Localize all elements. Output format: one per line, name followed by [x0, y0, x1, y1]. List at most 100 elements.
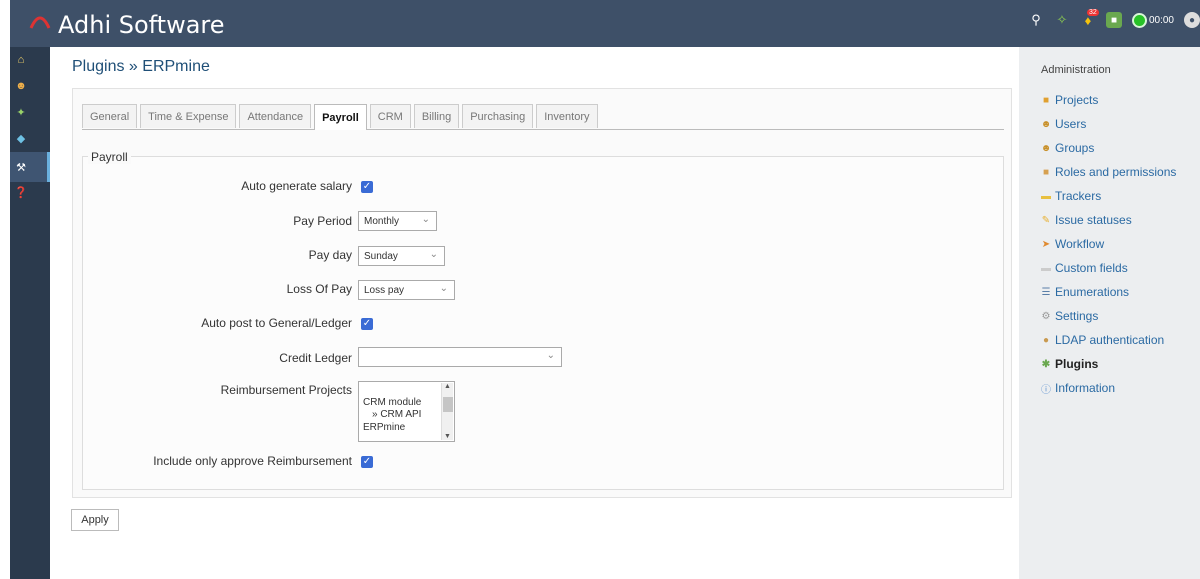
- tab-attendance[interactable]: Attendance: [239, 104, 312, 128]
- admin-item-label: Users: [1055, 117, 1087, 131]
- payroll-section-title: Payroll: [88, 150, 131, 164]
- app-title[interactable]: Adhi Software: [58, 11, 225, 39]
- admin-item-label: Settings: [1055, 309, 1099, 323]
- tab-general[interactable]: General: [82, 104, 138, 128]
- credit-ledger-label: Credit Ledger: [279, 351, 352, 365]
- users-icon: ☻: [1040, 118, 1052, 130]
- settings-icon: ⚙: [1041, 310, 1051, 322]
- admin-item-workflow[interactable]: ➤ Workflow: [1040, 235, 1104, 253]
- chevron-down-icon: ⌄: [546, 350, 555, 361]
- list-item[interactable]: CRM module: [363, 397, 421, 408]
- tab-purchasing[interactable]: Purchasing: [462, 104, 534, 128]
- timer-text: 00:00: [1148, 14, 1174, 26]
- custom-fields-icon: ▬: [1041, 262, 1051, 274]
- admin-item-label: Issue statuses: [1055, 213, 1132, 227]
- auto-post-checkbox[interactable]: ✓: [361, 318, 373, 330]
- admin-item-settings[interactable]: ⚙ Settings: [1040, 307, 1099, 325]
- share-icon[interactable]: ✧: [1054, 12, 1070, 28]
- scrollbar-thumb[interactable]: [443, 397, 453, 412]
- tab-billing[interactable]: Billing: [413, 104, 460, 128]
- reimbursement-projects-listbox[interactable]: CRM module » CRM API ERPmine ▲ ▼: [358, 381, 455, 442]
- search-icon[interactable]: ⚲: [1028, 12, 1044, 28]
- scroll-down-icon[interactable]: ▼: [444, 433, 451, 440]
- admin-item-label: Plugins: [1055, 357, 1099, 371]
- pay-period-value: Monthly: [364, 215, 400, 227]
- scroll-up-icon[interactable]: ▲: [444, 383, 451, 390]
- ldap-icon: ●: [1042, 334, 1050, 346]
- admin-item-issue-statuses[interactable]: ✎ Issue statuses: [1040, 211, 1132, 229]
- breadcrumb-separator: »: [124, 58, 143, 75]
- admin-item-trackers[interactable]: ▬ Trackers: [1040, 187, 1101, 205]
- settings-tabs: General Time & Expense Attendance Payrol…: [82, 104, 1004, 130]
- pay-day-label: Pay day: [308, 248, 352, 262]
- top-bar: Adhi Software ⚲ ✧ ♦ 32 ■ 00:00 ●: [10, 0, 1200, 47]
- information-icon: ⓘ: [1041, 384, 1051, 396]
- admin-item-users[interactable]: ☻ Users: [1040, 115, 1087, 133]
- auto-post-label: Auto post to General/Ledger: [201, 316, 352, 330]
- admin-sidebar-title: Administration: [1041, 64, 1111, 76]
- user-icon[interactable]: ☻: [13, 78, 29, 94]
- include-approve-checkbox[interactable]: ✓: [361, 456, 373, 468]
- pay-day-select[interactable]: Sunday ⌄: [358, 246, 445, 266]
- admin-item-label: Groups: [1055, 141, 1095, 155]
- admin-item-plugins[interactable]: ✱ Plugins: [1040, 355, 1099, 373]
- timer-status-icon: [1131, 12, 1147, 28]
- wrench-icon[interactable]: ⚒: [13, 159, 29, 175]
- credit-ledger-select[interactable]: ⌄: [358, 347, 562, 367]
- projects-icon: ■: [1042, 94, 1050, 106]
- breadcrumb-plugins-link[interactable]: Plugins: [72, 58, 124, 75]
- pay-period-label: Pay Period: [293, 214, 352, 228]
- chevron-down-icon: ⌄: [421, 214, 430, 225]
- clipboard-icon[interactable]: ■: [1105, 12, 1122, 28]
- loss-of-pay-label: Loss Of Pay: [286, 282, 352, 296]
- admin-item-projects[interactable]: ■ Projects: [1040, 91, 1098, 109]
- admin-item-label: Roles and permissions: [1055, 165, 1177, 179]
- reimbursement-projects-label: Reimbursement Projects: [220, 383, 352, 397]
- list-item[interactable]: ERPmine: [363, 422, 405, 433]
- tab-crm[interactable]: CRM: [369, 104, 411, 128]
- admin-item-information[interactable]: ⓘ Information: [1040, 379, 1115, 397]
- notification-bell-icon[interactable]: ♦ 32: [1080, 9, 1099, 28]
- include-approve-label: Include only approve Reimbursement: [153, 454, 352, 468]
- admin-item-enumerations[interactable]: ☰ Enumerations: [1040, 283, 1130, 301]
- admin-item-custom-fields[interactable]: ▬ Custom fields: [1040, 259, 1128, 277]
- tab-time-expense[interactable]: Time & Expense: [140, 104, 237, 128]
- tags-icon[interactable]: ◆: [13, 130, 29, 146]
- home-icon[interactable]: ⌂: [13, 52, 29, 68]
- admin-item-label: LDAP authentication: [1055, 333, 1165, 347]
- chevron-down-icon: ⌄: [429, 249, 438, 260]
- top-icons: ⚲ ✧ ♦ 32 ■ 00:00 ●: [1028, 9, 1200, 28]
- app-logo-icon[interactable]: [28, 10, 52, 30]
- admin-item-label: Projects: [1055, 93, 1099, 107]
- listbox-scrollbar[interactable]: ▲ ▼: [441, 383, 453, 440]
- pay-period-select[interactable]: Monthly ⌄: [358, 211, 437, 231]
- loss-of-pay-value: Loss pay: [364, 284, 405, 296]
- timer[interactable]: 00:00: [1131, 12, 1174, 28]
- user-avatar-icon[interactable]: ●: [1184, 12, 1200, 28]
- projects-nav-icon[interactable]: ✦: [13, 104, 29, 120]
- admin-item-roles[interactable]: ■ Roles and permissions: [1040, 163, 1176, 181]
- roles-icon: ■: [1042, 166, 1050, 178]
- workflow-icon: ➤: [1041, 238, 1051, 250]
- groups-icon: ☻: [1040, 142, 1052, 154]
- apply-button[interactable]: Apply: [71, 509, 119, 531]
- admin-item-label: Enumerations: [1055, 285, 1130, 299]
- tab-inventory[interactable]: Inventory: [536, 104, 598, 128]
- issue-statuses-icon: ✎: [1041, 214, 1051, 226]
- auto-generate-salary-checkbox[interactable]: ✓: [361, 181, 373, 193]
- admin-item-groups[interactable]: ☻ Groups: [1040, 139, 1095, 157]
- admin-item-label: Workflow: [1055, 237, 1105, 251]
- notification-count-badge: 32: [1086, 9, 1099, 16]
- auto-generate-salary-label: Auto generate salary: [241, 179, 352, 193]
- enumerations-icon: ☰: [1041, 286, 1051, 298]
- pay-day-value: Sunday: [364, 250, 398, 262]
- list-item[interactable]: » CRM API: [372, 409, 421, 420]
- admin-item-label: Custom fields: [1055, 261, 1128, 275]
- admin-item-ldap[interactable]: ● LDAP authentication: [1040, 331, 1164, 349]
- plugins-icon: ✱: [1041, 358, 1051, 370]
- admin-item-label: Information: [1055, 381, 1116, 395]
- trackers-icon: ▬: [1041, 190, 1051, 202]
- tab-payroll[interactable]: Payroll: [314, 104, 367, 130]
- loss-of-pay-select[interactable]: Loss pay ⌄: [358, 280, 455, 300]
- left-sidebar: [10, 47, 50, 579]
